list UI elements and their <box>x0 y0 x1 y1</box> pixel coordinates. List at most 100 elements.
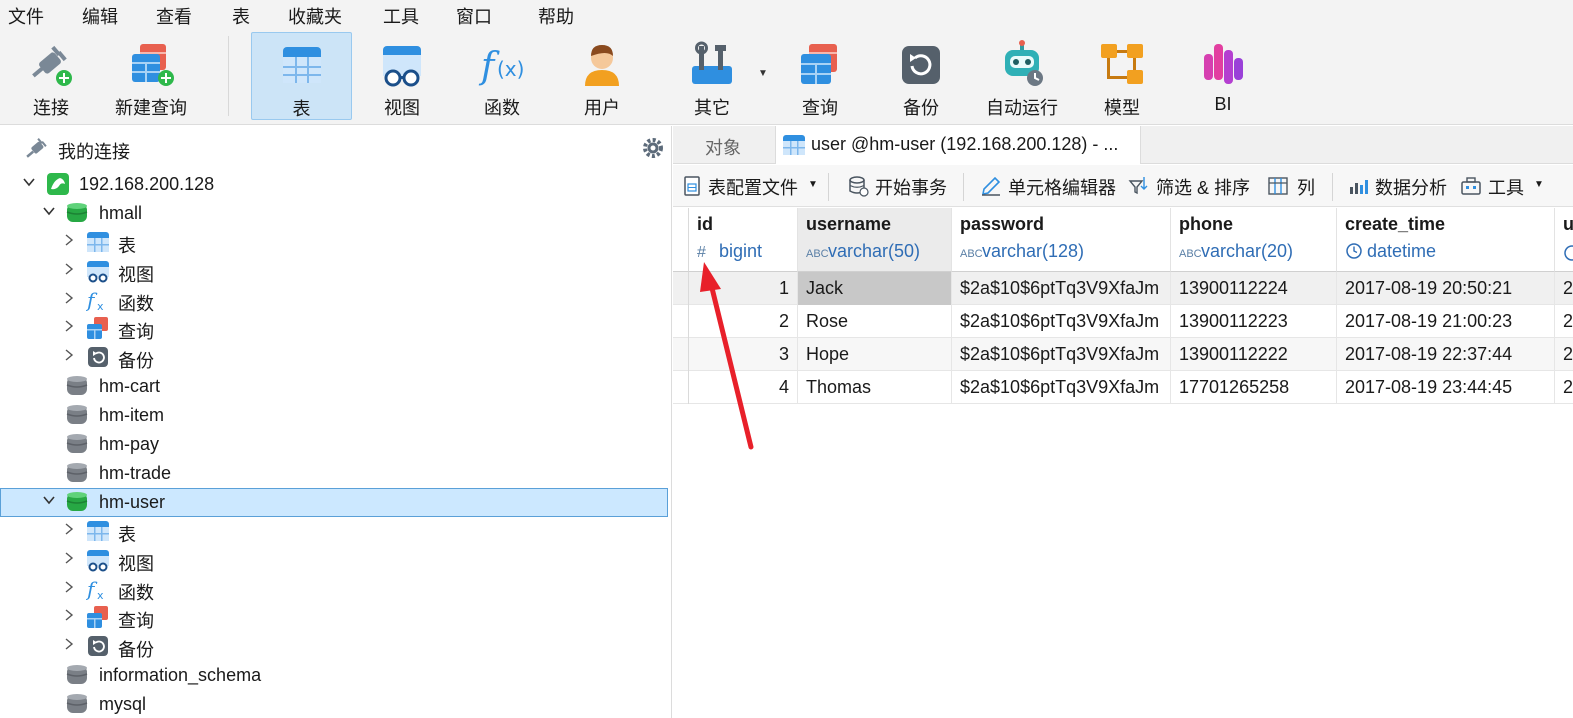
table-row[interactable]: 1 Jack $2a$10$6ptTq3V9XfaJm 13900112224 … <box>673 272 1573 305</box>
database-node-hm-item[interactable]: hm-item <box>0 401 668 430</box>
cell-create-time[interactable]: 2017-08-19 22:37:44 <box>1337 338 1555 371</box>
menu-table[interactable]: 表 <box>232 3 250 29</box>
cell-phone[interactable]: 13900112222 <box>1171 338 1337 371</box>
chevron-down-icon[interactable] <box>42 204 56 218</box>
chevron-right-icon[interactable] <box>62 319 76 333</box>
chevron-right-icon[interactable] <box>62 637 76 651</box>
cell-password[interactable]: $2a$10$6ptTq3V9XfaJm <box>952 338 1171 371</box>
tab-objects[interactable]: 对象 <box>673 126 775 164</box>
tree-item-views[interactable]: 视图 <box>0 257 668 286</box>
cell-username[interactable]: Hope <box>798 338 952 371</box>
chevron-right-icon[interactable] <box>62 233 76 247</box>
cell-username[interactable]: Thomas <box>798 371 952 404</box>
cell-password[interactable]: $2a$10$6ptTq3V9XfaJm <box>952 371 1171 404</box>
cell-username[interactable]: Jack <box>798 272 952 305</box>
cell-id[interactable]: 4 <box>689 371 798 404</box>
column-header-truncated[interactable]: u <box>1555 208 1573 272</box>
tree-item-backups[interactable]: 备份 <box>0 632 668 661</box>
connection-node[interactable]: 192.168.200.128 <box>0 170 668 199</box>
chevron-right-icon[interactable] <box>62 262 76 276</box>
menu-help[interactable]: 帮助 <box>538 3 574 29</box>
model-button[interactable]: 模型 <box>1076 32 1168 120</box>
cell-password[interactable]: $2a$10$6ptTq3V9XfaJm <box>952 272 1171 305</box>
cell-phone[interactable]: 13900112223 <box>1171 305 1337 338</box>
chevron-right-icon[interactable] <box>62 522 76 536</box>
column-header-username[interactable]: username ABCvarchar(50) <box>798 208 952 272</box>
table-row[interactable]: 4 Thomas $2a$10$6ptTq3V9XfaJm 1770126525… <box>673 371 1573 404</box>
tree-item-queries[interactable]: 查询 <box>0 603 668 632</box>
cell-create-time[interactable]: 2017-08-19 20:50:21 <box>1337 272 1555 305</box>
gear-icon[interactable] <box>641 136 665 160</box>
column-header-password[interactable]: password ABCvarchar(128) <box>952 208 1171 272</box>
connect-button[interactable]: 连接 <box>6 32 96 120</box>
tree-item-tables[interactable]: 表 <box>0 228 668 257</box>
auto-run-button[interactable]: 自动运行 <box>976 32 1068 120</box>
database-node-information-schema[interactable]: information_schema <box>0 661 668 690</box>
menu-view[interactable]: 查看 <box>156 3 192 29</box>
view-button[interactable]: 视图 <box>356 32 448 120</box>
row-indicator[interactable] <box>673 371 689 404</box>
tab-user-table[interactable]: user @hm-user (192.168.200.128) - ... <box>775 126 1141 164</box>
database-node-hm-user[interactable]: hm-user <box>0 488 668 517</box>
chevron-right-icon[interactable] <box>62 291 76 305</box>
new-query-button[interactable]: 新建查询 <box>106 32 196 120</box>
begin-transaction-button[interactable]: 开始事务 <box>847 173 949 199</box>
database-node-hm-pay[interactable]: hm-pay <box>0 430 668 459</box>
tree-item-tables[interactable]: 表 <box>0 517 668 546</box>
other-button[interactable]: 其它 <box>666 32 758 120</box>
menu-file[interactable]: 文件 <box>8 3 44 29</box>
tree-item-functions[interactable]: fx 函数 <box>0 286 668 315</box>
table-button[interactable]: 表 <box>251 32 352 120</box>
user-button[interactable]: 用户 <box>556 32 648 120</box>
row-indicator[interactable] <box>673 338 689 371</box>
function-button[interactable]: f (x) 函数 <box>456 32 548 120</box>
chevron-down-icon[interactable] <box>42 493 56 507</box>
cell-id[interactable]: 2 <box>689 305 798 338</box>
cell-phone[interactable]: 17701265258 <box>1171 371 1337 404</box>
cell-username[interactable]: Rose <box>798 305 952 338</box>
cell-password[interactable]: $2a$10$6ptTq3V9XfaJm <box>952 305 1171 338</box>
database-node-hmall[interactable]: hmall <box>0 199 668 228</box>
tree-item-backups[interactable]: 备份 <box>0 343 668 372</box>
row-indicator[interactable] <box>673 272 689 305</box>
menu-favorites[interactable]: 收藏夹 <box>288 3 342 29</box>
table-profile-button[interactable]: 表配置文件 ▼ <box>682 173 818 199</box>
tree-item-views[interactable]: 视图 <box>0 546 668 575</box>
columns-button[interactable]: 列 <box>1267 173 1317 199</box>
cell-truncated[interactable]: 2 <box>1555 272 1573 305</box>
other-dropdown-caret-icon[interactable]: ▼ <box>758 68 768 79</box>
tools-menu-button[interactable]: 工具 ▼ <box>1460 173 1550 199</box>
cell-create-time[interactable]: 2017-08-19 21:00:23 <box>1337 305 1555 338</box>
menu-edit[interactable]: 编辑 <box>82 3 118 29</box>
chevron-right-icon[interactable] <box>62 551 76 565</box>
table-row[interactable]: 2 Rose $2a$10$6ptTq3V9XfaJm 13900112223 … <box>673 305 1573 338</box>
database-node-hm-cart[interactable]: hm-cart <box>0 372 668 401</box>
row-indicator[interactable] <box>673 305 689 338</box>
filter-sort-button[interactable]: 筛选 & 排序 <box>1128 173 1258 199</box>
bi-button[interactable]: BI <box>1177 32 1269 120</box>
database-node-mysql[interactable]: mysql <box>0 690 668 718</box>
cell-id[interactable]: 1 <box>689 272 798 305</box>
chevron-right-icon[interactable] <box>62 608 76 622</box>
chevron-right-icon[interactable] <box>62 348 76 362</box>
cell-truncated[interactable]: 2 <box>1555 371 1573 404</box>
cell-editor-button[interactable]: 单元格编辑器 <box>980 173 1120 199</box>
tree-item-queries[interactable]: 查询 <box>0 314 668 343</box>
cell-truncated[interactable]: 2 <box>1555 338 1573 371</box>
chevron-down-icon[interactable] <box>22 175 36 189</box>
chevron-right-icon[interactable] <box>62 580 76 594</box>
backup-button[interactable]: 备份 <box>875 32 967 120</box>
column-header-phone[interactable]: phone ABCvarchar(20) <box>1171 208 1337 272</box>
query-button[interactable]: 查询 <box>774 32 866 120</box>
menu-tools[interactable]: 工具 <box>383 3 419 29</box>
column-header-id[interactable]: id # bigint <box>689 208 798 272</box>
cell-truncated[interactable]: 2 <box>1555 305 1573 338</box>
table-row[interactable]: 3 Hope $2a$10$6ptTq3V9XfaJm 13900112222 … <box>673 338 1573 371</box>
cell-phone[interactable]: 13900112224 <box>1171 272 1337 305</box>
database-node-hm-trade[interactable]: hm-trade <box>0 459 668 488</box>
cell-create-time[interactable]: 2017-08-19 23:44:45 <box>1337 371 1555 404</box>
column-header-create-time[interactable]: create_time datetime <box>1337 208 1555 272</box>
data-analysis-button[interactable]: 数据分析 <box>1347 173 1451 199</box>
tree-item-functions[interactable]: fx 函数 <box>0 575 668 604</box>
cell-id[interactable]: 3 <box>689 338 798 371</box>
